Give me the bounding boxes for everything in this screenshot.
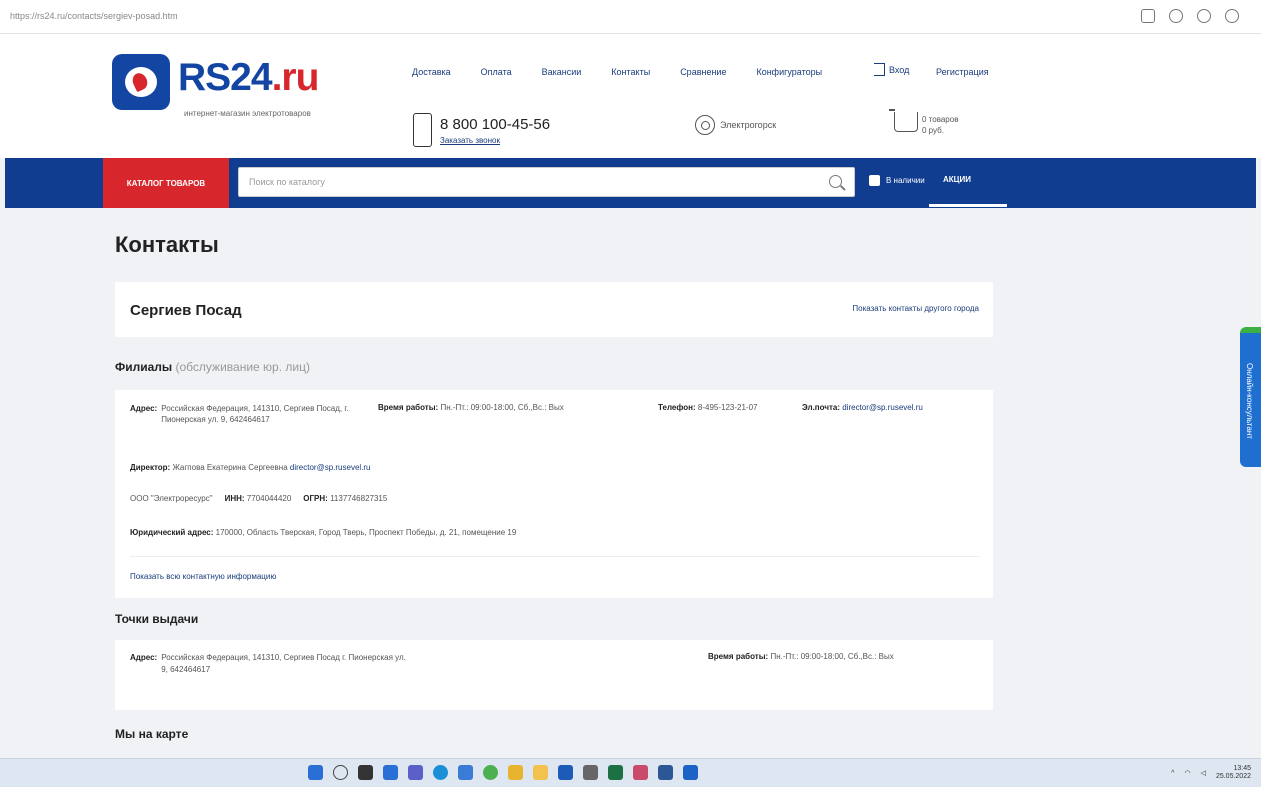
- search-icon[interactable]: [829, 175, 842, 188]
- actions-underline: [929, 204, 1007, 207]
- explorer-icon[interactable]: [533, 765, 548, 780]
- reader-mode-icon[interactable]: [1141, 9, 1155, 23]
- logo-icon[interactable]: [112, 54, 170, 110]
- more-info-link[interactable]: Показать всю контактную информацию: [130, 572, 276, 581]
- chevron-up-icon[interactable]: ^: [1171, 770, 1174, 777]
- nav-contacts[interactable]: Контакты: [611, 67, 650, 77]
- word-icon[interactable]: [658, 765, 673, 780]
- phone-icon: [413, 113, 432, 147]
- other-city-link[interactable]: Показать контакты другого города: [852, 304, 979, 313]
- logo-text[interactable]: RS24.ru: [178, 56, 319, 100]
- map-heading: Мы на карте: [115, 727, 189, 741]
- browser-actions: [1141, 9, 1239, 23]
- taskbar-apps: [308, 765, 698, 780]
- nav-payment[interactable]: Оплата: [481, 67, 512, 77]
- volume-icon[interactable]: ◁: [1201, 769, 1206, 777]
- branch-director: Директор: Жагпова Екатерина Сергеевна di…: [130, 463, 371, 472]
- mail-icon[interactable]: [683, 765, 698, 780]
- nav-configurators[interactable]: Конфигураторы: [756, 67, 822, 77]
- search-taskbar-icon[interactable]: [333, 765, 348, 780]
- profile-icon[interactable]: [1225, 9, 1239, 23]
- nav-delivery[interactable]: Доставка: [412, 67, 451, 77]
- logo-subtitle: интернет-магазин электротоваров: [184, 109, 311, 118]
- photos-icon[interactable]: [633, 765, 648, 780]
- online-consultant-tab[interactable]: Онлайн-консультант: [1240, 327, 1261, 467]
- branch-address: Адрес: Российская Федерация, 141310, Сер…: [130, 404, 349, 424]
- page-title: Контакты: [115, 232, 219, 257]
- cart-summary[interactable]: 0 товаров 0 руб.: [922, 114, 958, 136]
- pickup-address: Адрес: Российская Федерация, 141310, Сер…: [130, 653, 406, 674]
- location-icon[interactable]: [695, 115, 715, 135]
- pickup-card: Адрес: Российская Федерация, 141310, Сер…: [115, 640, 993, 710]
- branch-email-link[interactable]: director@sp.rusevel.ru: [842, 403, 923, 412]
- register-link[interactable]: Регистрация: [936, 67, 989, 77]
- phone-number[interactable]: 8 800 100-45-56: [440, 116, 550, 133]
- nav-vacancies[interactable]: Вакансии: [542, 67, 582, 77]
- chrome-icon[interactable]: [483, 765, 498, 780]
- instock-checkbox[interactable]: [869, 175, 880, 186]
- widgets-icon[interactable]: [383, 765, 398, 780]
- pickup-work-hours: Время работы: Пн.-Пт.: 09:00-18:00, Сб.,…: [708, 652, 894, 661]
- branch-company: ООО "Электроресурс" ИНН: 7704044420 ОГРН…: [130, 494, 388, 503]
- branch-legal-address: Юридический адрес: 170000, Область Тверс…: [130, 528, 517, 537]
- clock[interactable]: 13:45 25.05.2022: [1216, 765, 1251, 781]
- taskbar: ^ ◠ ◁ 13:45 25.05.2022: [0, 758, 1261, 787]
- city-name: Сергиев Посад: [130, 302, 242, 319]
- calculator-icon[interactable]: [583, 765, 598, 780]
- address-bar[interactable]: https://rs24.ru/contacts/sergiev-posad.h…: [10, 11, 178, 21]
- login-icon: [874, 63, 885, 76]
- main-navbar: Каталог товаров В наличии Акции: [5, 158, 1256, 208]
- divider: [130, 556, 980, 557]
- city-card: Сергиев Посад Показать контакты другого …: [115, 282, 993, 337]
- branch-work-hours: Время работы: Пн.-Пт.: 09:00-18:00, Сб.,…: [378, 403, 564, 412]
- extensions-icon[interactable]: [1197, 9, 1211, 23]
- city-selector[interactable]: Электрогорск: [720, 120, 776, 130]
- browser-toolbar: https://rs24.ru/contacts/sergiev-posad.h…: [0, 0, 1261, 34]
- start-icon[interactable]: [308, 765, 323, 780]
- search-input[interactable]: [239, 168, 799, 196]
- system-tray: ^ ◠ ◁ 13:45 25.05.2022: [1171, 765, 1251, 781]
- edge-icon[interactable]: [433, 765, 448, 780]
- excel-icon[interactable]: [608, 765, 623, 780]
- branch-phone: Телефон: 8-495-123-21-07: [658, 403, 758, 412]
- app-icon[interactable]: [558, 765, 573, 780]
- branch-card: Адрес: Российская Федерация, 141310, Сер…: [115, 390, 993, 598]
- chat-icon[interactable]: [408, 765, 423, 780]
- store-icon[interactable]: [458, 765, 473, 780]
- favorite-star-icon[interactable]: [1169, 9, 1183, 23]
- pickup-heading: Точки выдачи: [115, 612, 199, 626]
- cart-icon[interactable]: [889, 109, 918, 132]
- nav-compare[interactable]: Сравнение: [680, 67, 726, 77]
- catalog-button[interactable]: Каталог товаров: [103, 158, 229, 208]
- search-box: [238, 167, 855, 197]
- files-icon[interactable]: [508, 765, 523, 780]
- top-nav: Доставка Оплата Вакансии Контакты Сравне…: [412, 67, 822, 77]
- task-view-icon[interactable]: [358, 765, 373, 780]
- wifi-icon[interactable]: ◠: [1184, 769, 1190, 777]
- instock-filter[interactable]: В наличии: [869, 175, 925, 186]
- director-email-link[interactable]: director@sp.rusevel.ru: [290, 463, 371, 472]
- actions-link[interactable]: Акции: [943, 175, 971, 184]
- branch-email: Эл.почта: director@sp.rusevel.ru: [802, 403, 923, 412]
- callback-link[interactable]: Заказать звонок: [440, 136, 500, 145]
- branches-heading: Филиалы (обслуживание юр. лиц): [115, 360, 310, 374]
- site-header: RS24.ru интернет-магазин электротоваров …: [0, 34, 1261, 158]
- login-link[interactable]: Вход: [874, 63, 909, 76]
